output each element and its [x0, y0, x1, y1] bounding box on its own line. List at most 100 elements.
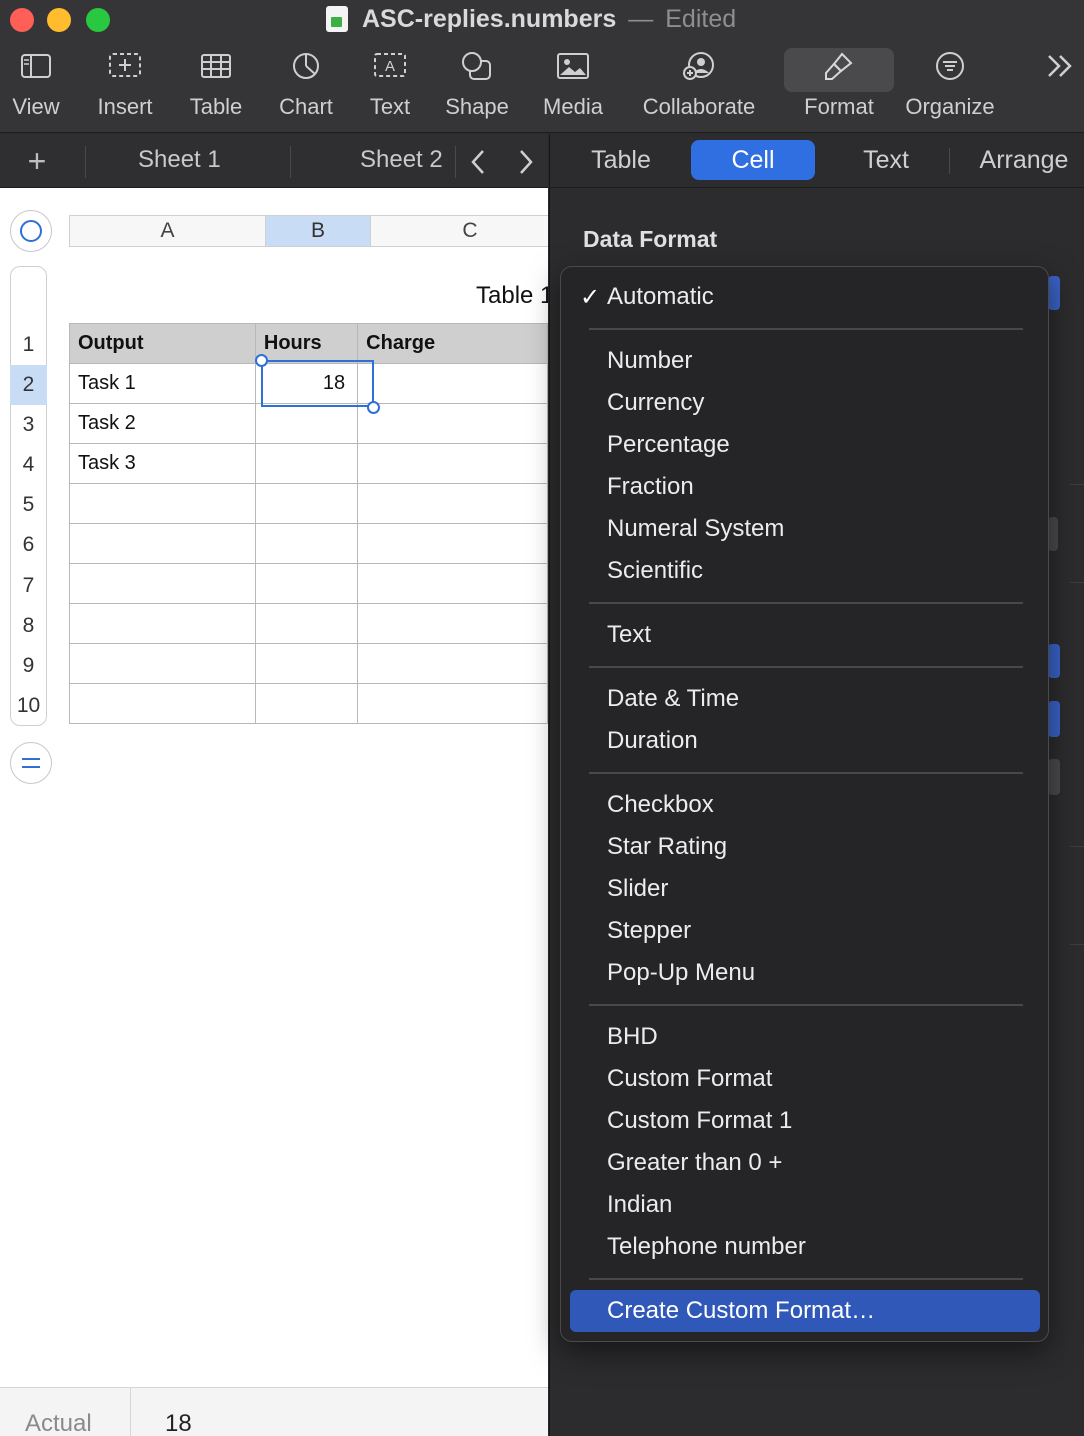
add-sheet-button[interactable]: +	[14, 142, 60, 180]
menu-item-telephone-number[interactable]: Telephone number	[607, 1233, 806, 1261]
next-sheet-button[interactable]	[508, 144, 544, 180]
row-header[interactable]: 8	[10, 606, 47, 646]
table-cell[interactable]	[357, 443, 548, 484]
table-cell[interactable]	[69, 563, 256, 604]
menu-item-currency[interactable]: Currency	[607, 389, 704, 417]
hidden-stepper[interactable]	[1048, 759, 1060, 795]
row-header[interactable]: 6	[10, 525, 47, 565]
menu-item-numeral-system[interactable]: Numeral System	[607, 515, 784, 543]
document-name[interactable]: ASC-replies.numbers	[362, 5, 616, 34]
hidden-control[interactable]	[1048, 644, 1060, 678]
text-button[interactable]: A Text	[360, 44, 420, 130]
table-cell[interactable]	[69, 683, 256, 724]
table-cell[interactable]: 54	[357, 363, 548, 404]
row-header[interactable]: 9	[10, 646, 47, 686]
table-cell[interactable]	[254, 523, 359, 564]
table-cell[interactable]	[357, 523, 548, 564]
menu-item-custom-format[interactable]: Custom Format	[607, 1065, 772, 1093]
table-cell[interactable]	[69, 603, 256, 644]
table-cell[interactable]	[69, 643, 256, 684]
tab-text[interactable]: Text	[846, 140, 926, 180]
table-cell[interactable]: Task 1	[69, 363, 256, 404]
table-cell[interactable]	[254, 403, 359, 444]
data-format-popup-button[interactable]	[1048, 276, 1060, 310]
menu-item-create-custom-format[interactable]: Create Custom Format…	[607, 1297, 875, 1325]
row-header[interactable]: 3	[10, 405, 47, 445]
table-cell[interactable]	[357, 403, 548, 444]
table-cell[interactable]	[357, 563, 548, 604]
add-row-button[interactable]	[10, 742, 52, 784]
tab-arrange[interactable]: Arrange	[964, 140, 1084, 180]
table-cell[interactable]	[357, 483, 548, 524]
table-cell[interactable]	[254, 643, 359, 684]
menu-item-text[interactable]: Text	[607, 621, 651, 649]
table-header-cell[interactable]: Output	[69, 323, 256, 364]
table-cell[interactable]	[357, 643, 548, 684]
spreadsheet-canvas: A B C 1 2 3 4 5 6 7 8 9 10 Table 1 Outpu…	[0, 188, 548, 1387]
menu-item-stepper[interactable]: Stepper	[607, 917, 691, 945]
menu-item-indian[interactable]: Indian	[607, 1191, 672, 1219]
row-header[interactable]: 5	[10, 485, 47, 525]
chart-button[interactable]: Chart	[274, 44, 338, 130]
row-header[interactable]: 10	[10, 686, 47, 726]
selection-handle-bottom-right[interactable]	[367, 401, 380, 414]
table-cell[interactable]	[254, 443, 359, 484]
shape-button[interactable]: Shape	[442, 44, 512, 130]
more-tools-button[interactable]	[1040, 44, 1080, 130]
menu-item-scientific[interactable]: Scientific	[607, 557, 703, 585]
menu-item-date-time[interactable]: Date & Time	[607, 685, 739, 713]
table-cell[interactable]	[254, 683, 359, 724]
row-header[interactable]: 7	[10, 566, 47, 606]
table-title[interactable]: Table 1	[476, 282, 548, 310]
organize-button[interactable]: Organize	[904, 44, 996, 130]
media-button[interactable]: Media	[540, 44, 606, 130]
tab-sheet-2[interactable]: Sheet 2	[360, 146, 443, 178]
row-header[interactable]: 4	[10, 445, 47, 485]
column-header-c[interactable]: C	[370, 215, 548, 247]
row-header[interactable]: 1	[10, 325, 47, 365]
table-cell[interactable]	[69, 483, 256, 524]
menu-separator	[589, 1278, 1023, 1280]
collaborate-button[interactable]: Collaborate	[638, 44, 760, 130]
menu-item-automatic[interactable]: Automatic	[607, 283, 714, 311]
close-window-button[interactable]	[10, 8, 34, 32]
view-button[interactable]: View	[8, 44, 64, 130]
table-cell[interactable]	[254, 563, 359, 604]
table-cell[interactable]	[254, 603, 359, 644]
table-cell[interactable]	[357, 683, 548, 724]
table-header-cell[interactable]: Hours	[254, 323, 359, 364]
hidden-control[interactable]	[1048, 701, 1060, 737]
menu-item-custom-format-1[interactable]: Custom Format 1	[607, 1107, 792, 1135]
menu-item-popup-menu[interactable]: Pop-Up Menu	[607, 959, 755, 987]
table-header-cell[interactable]: Charge	[357, 323, 548, 364]
table-button[interactable]: Table	[184, 44, 248, 130]
menu-item-checkbox[interactable]: Checkbox	[607, 791, 714, 819]
previous-sheet-button[interactable]	[460, 144, 496, 180]
menu-item-fraction[interactable]: Fraction	[607, 473, 694, 501]
column-header-a[interactable]: A	[69, 215, 266, 247]
menu-item-slider[interactable]: Slider	[607, 875, 668, 903]
selection-handle-top-left[interactable]	[255, 354, 268, 367]
table-cell[interactable]	[357, 603, 548, 644]
menu-item-percentage[interactable]: Percentage	[607, 431, 730, 459]
menu-item-greater-than-0[interactable]: Greater than 0 +	[607, 1149, 782, 1177]
insert-button[interactable]: Insert	[90, 44, 160, 130]
minimize-window-button[interactable]	[47, 8, 71, 32]
row-header-selected[interactable]: 2	[10, 365, 47, 405]
table-cell[interactable]: Task 2	[69, 403, 256, 444]
menu-item-number[interactable]: Number	[607, 347, 692, 375]
table-cell[interactable]	[69, 523, 256, 564]
hidden-control[interactable]	[1048, 517, 1058, 551]
tab-table[interactable]: Table	[580, 140, 662, 180]
select-all-button[interactable]	[10, 210, 52, 252]
maximize-window-button[interactable]	[86, 8, 110, 32]
table-cell[interactable]	[254, 483, 359, 524]
tab-cell[interactable]: Cell	[691, 140, 815, 180]
table-cell[interactable]: Task 3	[69, 443, 256, 484]
format-button[interactable]: Format	[784, 44, 894, 130]
column-header-b[interactable]: B	[265, 215, 371, 247]
tab-sheet-1[interactable]: Sheet 1	[138, 146, 221, 178]
menu-item-bhd[interactable]: BHD	[607, 1023, 658, 1051]
menu-item-duration[interactable]: Duration	[607, 727, 698, 755]
menu-item-star-rating[interactable]: Star Rating	[607, 833, 727, 861]
